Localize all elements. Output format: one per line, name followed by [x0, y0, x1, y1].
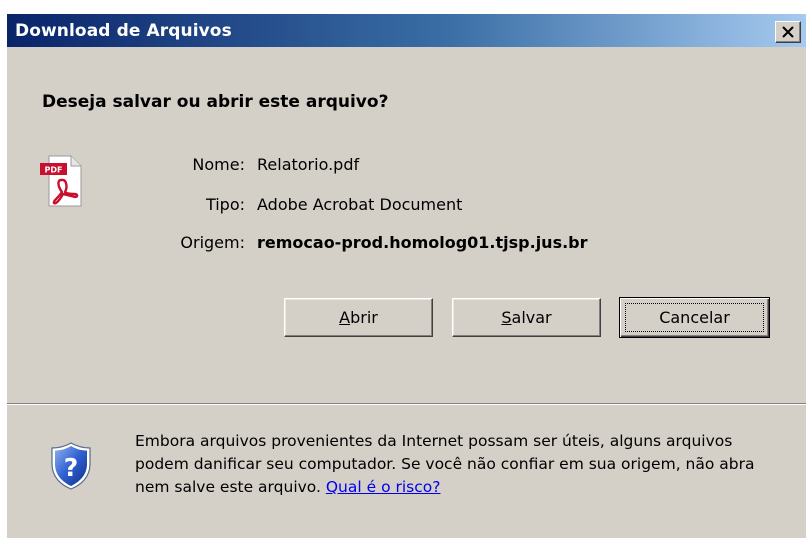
close-button[interactable] [775, 21, 801, 43]
name-value: Relatorio.pdf [257, 155, 360, 174]
open-button[interactable]: Abrir [284, 298, 433, 337]
origin-label: Origem: [180, 233, 245, 252]
type-label: Tipo: [205, 195, 245, 214]
name-label: Nome: [192, 155, 245, 174]
security-warning: Embora arquivos provenientes da Internet… [135, 430, 785, 499]
dialog-question: Deseja salvar ou abrir este arquivo? [42, 92, 389, 112]
type-value: Adobe Acrobat Document [257, 195, 463, 214]
window-title: Download de Arquivos [15, 21, 232, 41]
origin-value: remocao-prod.homolog01.tjsp.jus.br [257, 233, 588, 252]
open-button-mnemonic: A [339, 308, 351, 327]
save-button[interactable]: Salvar [452, 298, 601, 337]
separator-highlight [7, 404, 806, 405]
svg-text:?: ? [64, 453, 79, 482]
warning-text: Embora arquivos provenientes da Internet… [135, 432, 755, 496]
shield-question-icon: ? [51, 442, 91, 490]
close-icon [782, 26, 794, 38]
download-dialog: Download de Arquivos Deseja salvar ou ab… [6, 14, 806, 538]
focus-rectangle [625, 303, 764, 332]
save-button-mnemonic: S [501, 308, 512, 327]
cancel-button[interactable]: Cancelar [619, 297, 770, 338]
open-button-label: brir [350, 308, 378, 327]
save-button-label: alvar [511, 308, 552, 327]
title-bar[interactable]: Download de Arquivos [7, 14, 806, 47]
risk-link[interactable]: Qual é o risco? [326, 478, 441, 496]
